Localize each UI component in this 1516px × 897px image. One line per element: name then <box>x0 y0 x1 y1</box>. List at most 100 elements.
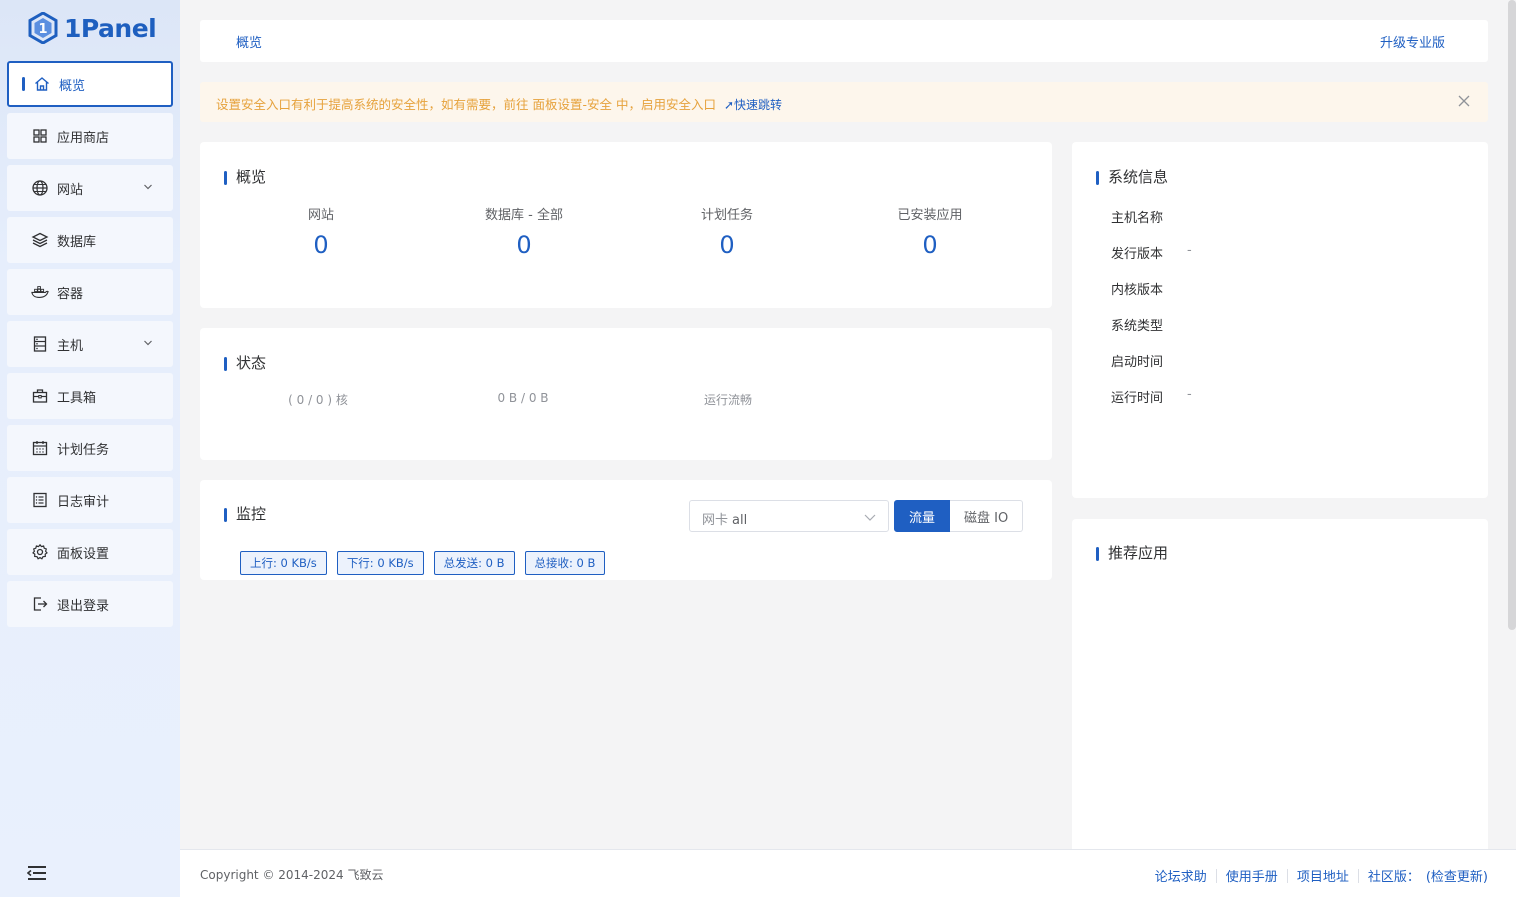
breadcrumb[interactable]: 概览 <box>236 32 262 51</box>
total-received-tag: 总接收: 0 B <box>524 551 606 575</box>
overview-title: 概览 <box>224 166 266 187</box>
sidebar-item-label: 日志审计 <box>57 494 110 510</box>
sidebar-item-toolbox[interactable]: 工具箱 <box>7 373 173 419</box>
nic-select-text: 网卡 all <box>702 509 747 528</box>
stat-value[interactable]: 0 <box>830 231 1030 259</box>
info-row-arch: 系统类型 <box>1111 315 1163 334</box>
check-update-link[interactable]: (检查更新) <box>1426 866 1488 885</box>
sidebar-item-database[interactable]: 数据库 <box>7 217 173 263</box>
info-label: 运行时间 <box>1111 391 1164 406</box>
stat-label: 已安装应用 <box>897 208 963 223</box>
stat-value[interactable]: 0 <box>627 231 827 259</box>
logo-hexagon-icon: 1 <box>28 12 58 44</box>
stat-value[interactable]: 0 <box>424 231 624 259</box>
stat-value[interactable]: 0 <box>221 231 421 259</box>
info-row-boot-time: 启动时间 <box>1111 351 1163 370</box>
nic-label: 网卡 <box>702 513 729 528</box>
sidebar-item-settings[interactable]: 面板设置 <box>7 529 173 575</box>
nic-select[interactable]: 网卡 all <box>689 500 889 532</box>
status-title: 状态 <box>224 352 266 373</box>
upgrade-pro-link[interactable]: 升级专业版 <box>1380 32 1445 51</box>
info-row-hostname: 主机名称 <box>1111 207 1163 226</box>
sidebar-item-appstore[interactable]: 应用商店 <box>7 113 173 159</box>
upload-speed-tag: 上行: 0 KB/s <box>240 551 327 575</box>
sidebar-item-website[interactable]: 网站 <box>7 165 173 211</box>
nic-value: all <box>732 513 748 528</box>
log-icon <box>31 491 49 509</box>
info-value: - <box>1187 243 1192 258</box>
edition-label: 社区版： <box>1367 870 1420 885</box>
project-link[interactable]: 项目地址 <box>1297 866 1349 885</box>
system-info-card: 系统信息 主机名称 发行版本 - 内核版本 系统类型 启动时间 运行时间 - <box>1072 142 1488 498</box>
stat-label: 网站 <box>307 208 334 223</box>
quick-jump-link[interactable]: ➚快速跳转 <box>724 98 782 112</box>
title-bar <box>224 170 227 185</box>
sidebar-item-label: 应用商店 <box>57 130 110 146</box>
top-bar: 概览 升级专业版 <box>200 20 1488 62</box>
manual-link[interactable]: 使用手册 <box>1226 866 1278 885</box>
status-card: 状态 ( 0 / 0 ) 核 0 B / 0 B 运行流畅 <box>200 328 1052 460</box>
sidebar-item-log-audit[interactable]: 日志审计 <box>7 477 173 523</box>
quick-jump-label: 快速跳转 <box>734 98 783 112</box>
info-label: 内核版本 <box>1111 283 1164 298</box>
sidebar-item-host[interactable]: 主机 <box>7 321 173 367</box>
logo[interactable]: 1 1Panel <box>28 10 157 46</box>
sidebar-item-label: 退出登录 <box>57 598 110 614</box>
alert-text-wrapper: 设置安全入口有利于提高系统的安全性，如有需要，前往 面板设置-安全 中，启用安全… <box>216 94 782 113</box>
recommended-apps-card: 推荐应用 <box>1072 519 1488 859</box>
download-speed-tag: 下行: 0 KB/s <box>336 551 424 575</box>
security-entrance-alert: 设置安全入口有利于提高系统的安全性，如有需要，前往 面板设置-安全 中，启用安全… <box>200 82 1488 122</box>
sidebar-item-label: 计划任务 <box>57 442 110 458</box>
stat-cronjobs[interactable]: 计划任务 0 <box>627 204 827 259</box>
alert-message: 设置安全入口有利于提高系统的安全性，如有需要，前往 面板设置-安全 中，启用安全… <box>216 97 716 112</box>
memory-status: 0 B / 0 B <box>497 391 549 405</box>
sidebar: 1 1Panel 概览 应用商店 网站 数据库 容器 主机 工具箱 计划任务 日… <box>0 0 180 897</box>
sidebar-item-overview[interactable]: 概览 <box>7 61 173 107</box>
sidebar-item-logout[interactable]: 退出登录 <box>7 581 173 627</box>
sidebar-menu: 概览 应用商店 网站 数据库 容器 主机 工具箱 计划任务 日志审计 面板设置 … <box>7 61 173 633</box>
active-indicator <box>22 77 25 91</box>
footer: Copyright © 2014-2024 飞致云 论坛求助 使用手册 项目地址… <box>180 849 1516 897</box>
send-icon: ➚ <box>723 98 735 112</box>
tab-disk-io[interactable]: 磁盘 IO <box>950 500 1024 532</box>
divider <box>1215 868 1217 883</box>
title-bar <box>1096 546 1099 561</box>
close-icon[interactable] <box>1458 95 1470 107</box>
collapse-menu-icon[interactable] <box>27 864 47 882</box>
stat-websites[interactable]: 网站 0 <box>221 204 421 259</box>
monitor-card: 监控 网卡 all 流量 磁盘 IO 上行: 0 KB/s 下行: 0 KB/s … <box>200 480 1052 580</box>
total-sent-tag: 总发送: 0 B <box>433 551 515 575</box>
sidebar-item-label: 主机 <box>57 338 84 354</box>
sidebar-item-label: 网站 <box>57 182 84 198</box>
chevron-down-icon <box>144 184 152 190</box>
info-row-os: 发行版本 - <box>1111 243 1192 262</box>
monitor-type-toggle: 流量 磁盘 IO <box>894 500 1024 532</box>
tab-traffic[interactable]: 流量 <box>894 500 951 532</box>
stat-label: 数据库 - 全部 <box>485 208 563 223</box>
logo-text: 1Panel <box>64 13 157 43</box>
title-bar <box>224 507 227 522</box>
load-status: 运行流畅 <box>703 393 752 407</box>
stat-databases[interactable]: 数据库 - 全部 0 <box>424 204 624 259</box>
forum-link[interactable]: 论坛求助 <box>1155 866 1207 885</box>
chevron-down-icon <box>144 340 152 346</box>
title-bar <box>224 356 227 371</box>
sidebar-item-label: 工具箱 <box>57 390 97 406</box>
overview-title-text: 概览 <box>236 168 267 186</box>
sidebar-item-label: 数据库 <box>57 234 97 250</box>
title-bar <box>1096 170 1099 185</box>
sidebar-item-cron[interactable]: 计划任务 <box>7 425 173 471</box>
sysinfo-title: 系统信息 <box>1096 166 1168 187</box>
home-icon <box>33 75 51 93</box>
info-row-uptime: 运行时间 - <box>1111 387 1192 406</box>
traffic-tags: 上行: 0 KB/s 下行: 0 KB/s 总发送: 0 B 总接收: 0 B <box>240 551 606 575</box>
stat-label: 计划任务 <box>700 208 753 223</box>
footer-links: 论坛求助 使用手册 项目地址 社区版： (检查更新) <box>1155 866 1488 885</box>
stat-installed-apps[interactable]: 已安装应用 0 <box>830 204 1030 259</box>
sidebar-item-container[interactable]: 容器 <box>7 269 173 315</box>
sidebar-item-label: 概览 <box>59 78 86 94</box>
page-scrollbar[interactable] <box>1508 0 1516 630</box>
sidebar-item-label: 面板设置 <box>57 546 110 562</box>
copyright: Copyright © 2014-2024 飞致云 <box>200 868 384 882</box>
calendar-icon <box>31 439 49 457</box>
